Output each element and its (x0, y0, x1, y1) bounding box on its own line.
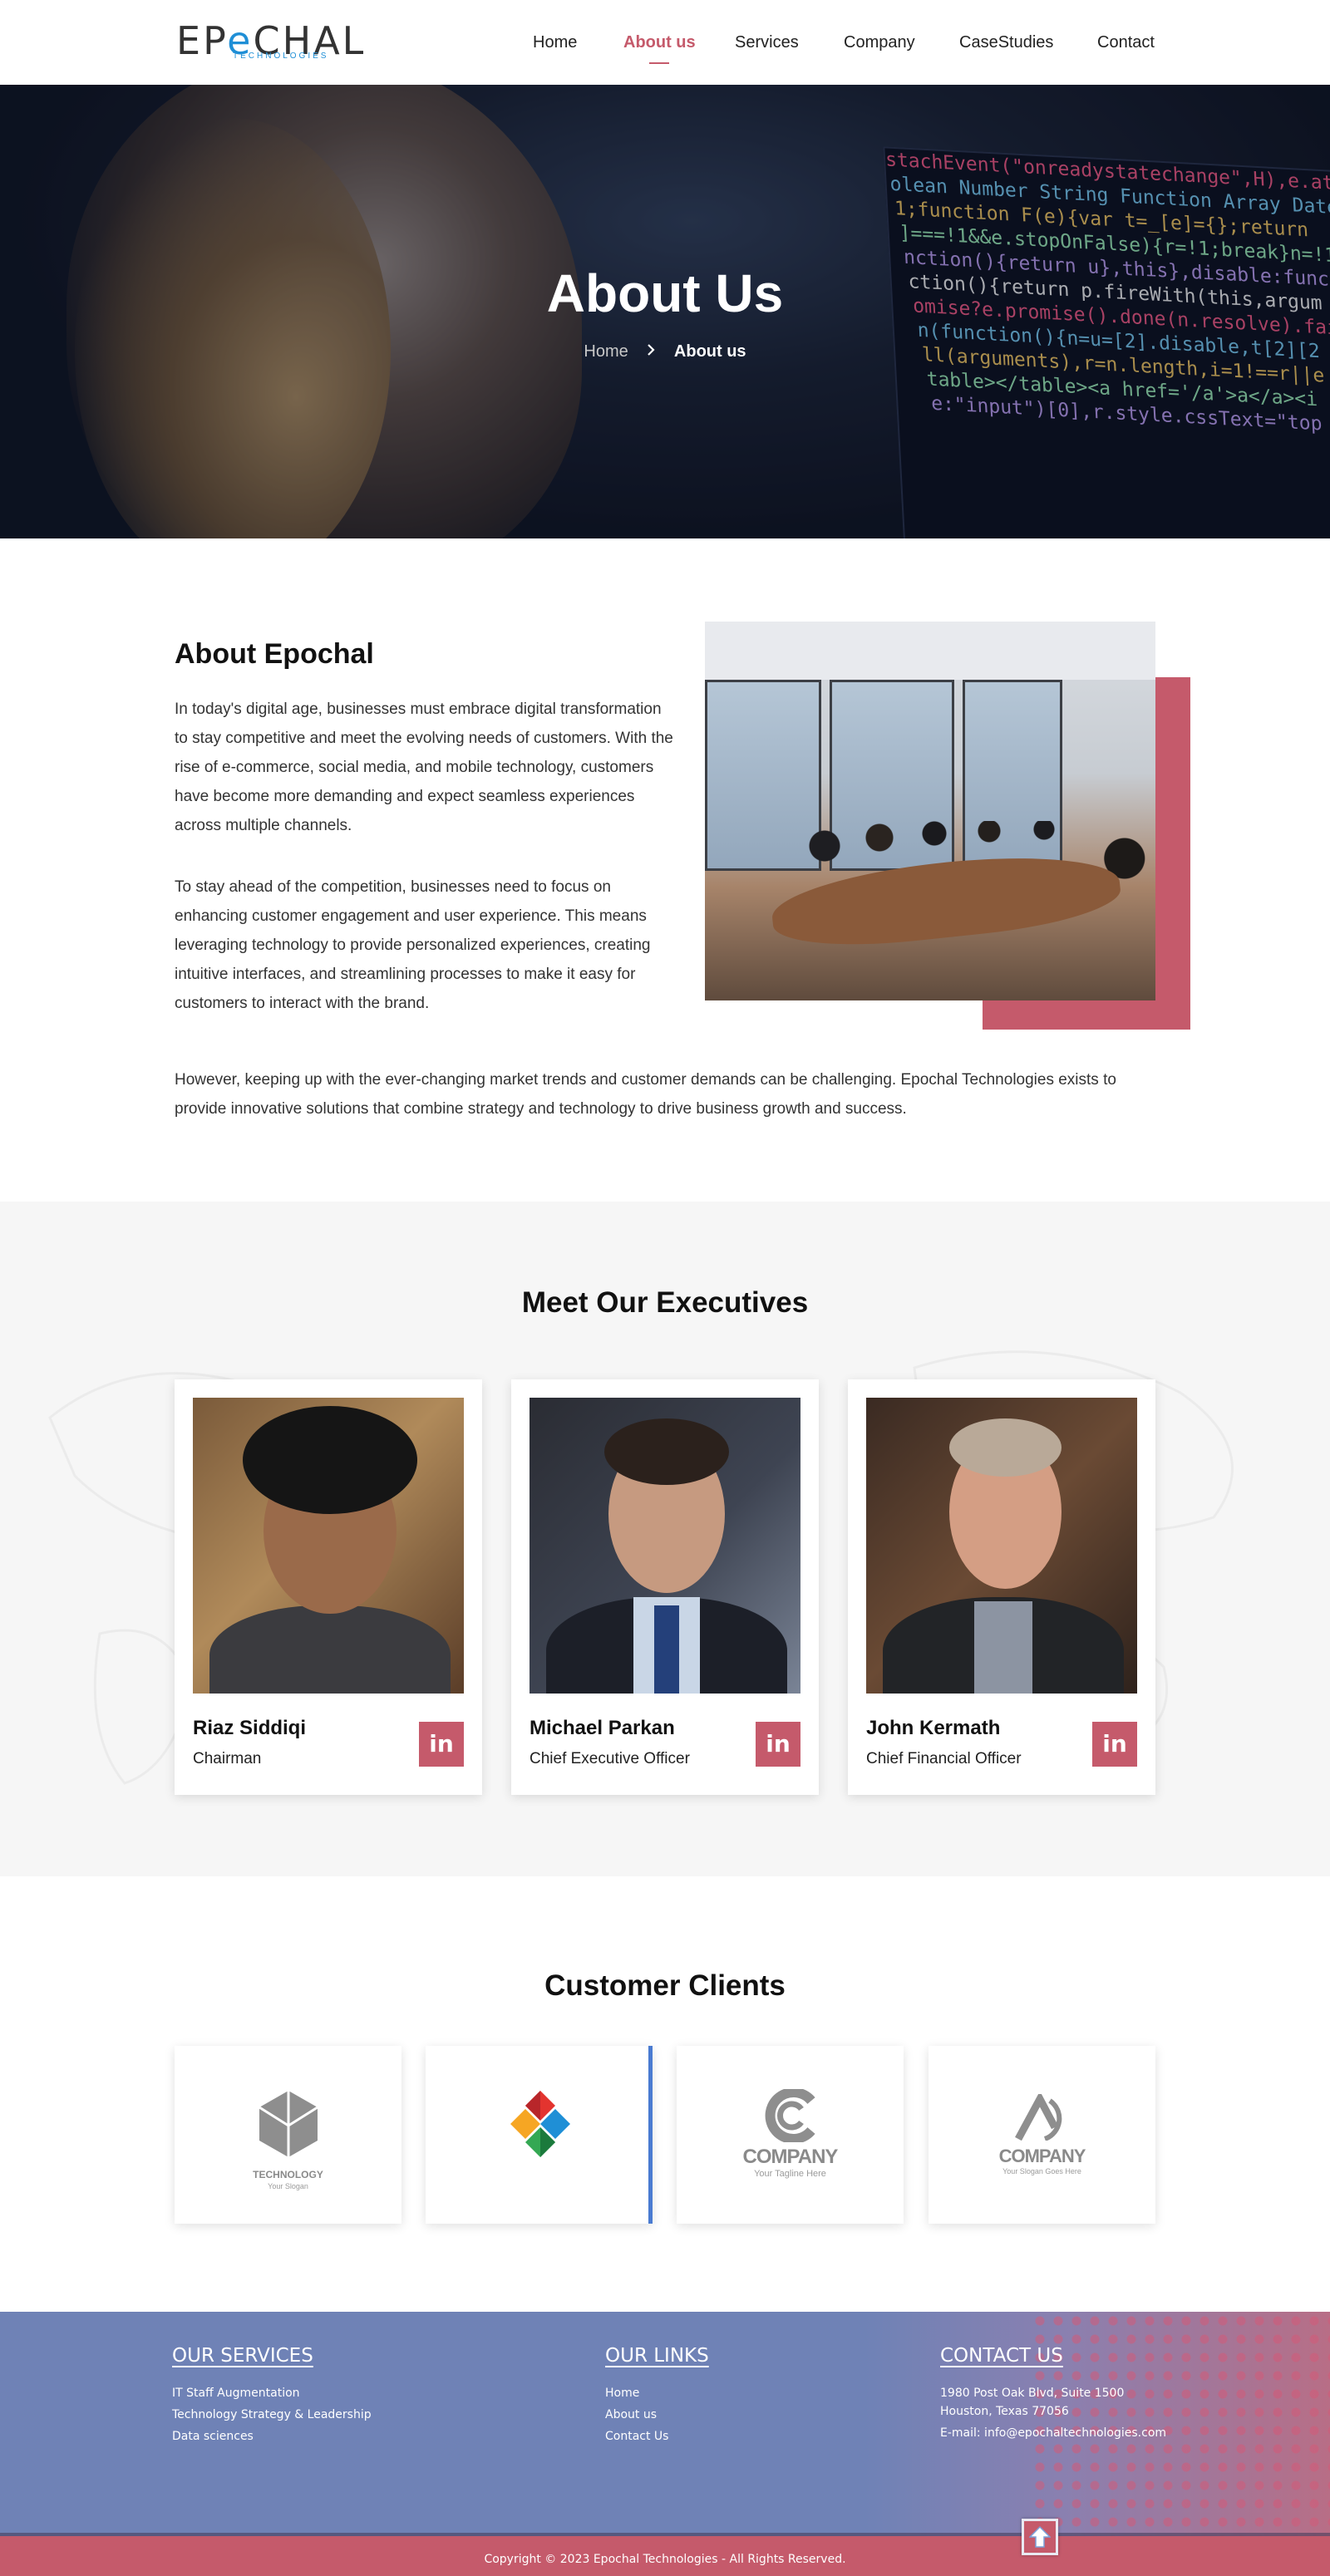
executive-card: Riaz Siddiqi Chairman in (175, 1379, 482, 1795)
client-logo-label: TECHNOLOGY (253, 2169, 323, 2180)
client-logo-card[interactable]: TECHNOLOGY Your Slogan (175, 2046, 401, 2224)
linkedin-icon[interactable]: in (1092, 1722, 1137, 1767)
footer-link-home[interactable]: Home (605, 2387, 639, 2400)
executive-photo (530, 1398, 800, 1694)
nav-about-us[interactable]: About us (623, 33, 696, 52)
client-logo-card[interactable]: COMPANY Your Slogan Goes Here (929, 2046, 1155, 2224)
client-logo-label: COMPANY (742, 2146, 839, 2168)
executives-title: Meet Our Executives (521, 1286, 809, 1319)
colorful-cube-logo-icon (510, 2091, 570, 2157)
breadcrumb-home[interactable]: Home (584, 342, 628, 361)
about-paragraph-2: To stay ahead of the competition, busine… (175, 878, 651, 1012)
footer-service-link[interactable]: Data sciences (172, 2430, 254, 2443)
linkedin-icon[interactable]: in (419, 1722, 464, 1767)
executive-role: Chief Executive Officer (530, 1750, 690, 1767)
company-swirl-logo-icon (765, 2089, 815, 2142)
nav-contact[interactable]: Contact (1097, 33, 1155, 52)
nav-services[interactable]: Services (735, 33, 799, 52)
meeting-room-photo (705, 622, 1155, 1000)
executive-role: Chief Financial Officer (866, 1750, 1022, 1767)
nav-casestudies[interactable]: CaseStudies (959, 33, 1053, 52)
client-logo-card[interactable]: COMPANY Your Tagline Here (677, 2046, 904, 2224)
client-logo-tag: Your Slogan (268, 2182, 308, 2190)
copyright-bar: Copyright © 2023 Epochal Technologies - … (0, 2536, 1330, 2576)
clients-title: Customer Clients (544, 1969, 786, 2002)
nav-company[interactable]: Company (844, 33, 915, 52)
linkedin-icon[interactable]: in (756, 1722, 800, 1767)
arrow-up-icon (1029, 2525, 1051, 2548)
footer-service-link[interactable]: Technology Strategy & Leadership (172, 2408, 372, 2421)
footer-links-title: OUR LINKS (605, 2345, 709, 2367)
executive-name: John Kermath (866, 1717, 1001, 1739)
executive-photo (193, 1398, 464, 1694)
footer-address-line1: 1980 Post Oak Blvd, Suite 1500 (940, 2387, 1125, 2400)
client-logo-card[interactable] (426, 2046, 653, 2224)
breadcrumb: Home About us (0, 342, 1330, 361)
footer-link-about[interactable]: About us (605, 2408, 657, 2421)
executive-name: Riaz Siddiqi (193, 1717, 307, 1739)
footer-link-contact[interactable]: Contact Us (605, 2430, 668, 2443)
footer-email-link[interactable]: E-mail: info@epochaltechnologies.com (940, 2426, 1166, 2440)
executive-photo (866, 1398, 1137, 1694)
client-logo-tag: Your Tagline Here (754, 2169, 826, 2179)
footer-services-title: OUR SERVICES (172, 2345, 313, 2367)
chevron-right-icon (646, 342, 656, 361)
nav-home[interactable]: Home (533, 33, 577, 52)
back-to-top-button[interactable] (1022, 2519, 1058, 2555)
about-paragraph-1: In today's digital age, businesses must … (175, 701, 673, 834)
epochal-logo[interactable]: EPeCHAL TECHNOLOGIES (176, 17, 367, 68)
hero-banner: stachEvent("onreadystatechange",H),e.att… (0, 85, 1330, 538)
executive-name: Michael Parkan (530, 1717, 675, 1739)
breadcrumb-current: About us (673, 342, 746, 361)
client-logo-label: COMPANY (998, 2146, 1086, 2166)
about-paragraph-3: However, keeping up with the ever-changi… (175, 1071, 1116, 1118)
executive-card: John Kermath Chief Financial Officer in (848, 1379, 1155, 1795)
technology-logo-icon (259, 2091, 318, 2157)
footer-address-line2: Houston, Texas 77056 (940, 2405, 1069, 2418)
executive-card: Michael Parkan Chief Executive Officer i… (511, 1379, 819, 1795)
executive-role: Chairman (193, 1750, 262, 1767)
footer-service-link[interactable]: IT Staff Augmentation (172, 2387, 300, 2400)
client-logo-tag: Your Slogan Goes Here (1002, 2167, 1081, 2175)
footer-contact-title: CONTACT US (940, 2345, 1063, 2367)
about-title: About Epochal (175, 638, 374, 670)
page-title: About Us (546, 263, 784, 323)
company-a-logo-icon (1015, 2094, 1062, 2141)
site-header: EPeCHAL TECHNOLOGIES Home About us Servi… (0, 0, 1330, 85)
site-footer: OUR SERVICES IT Staff Augmentation Techn… (0, 2312, 1330, 2536)
